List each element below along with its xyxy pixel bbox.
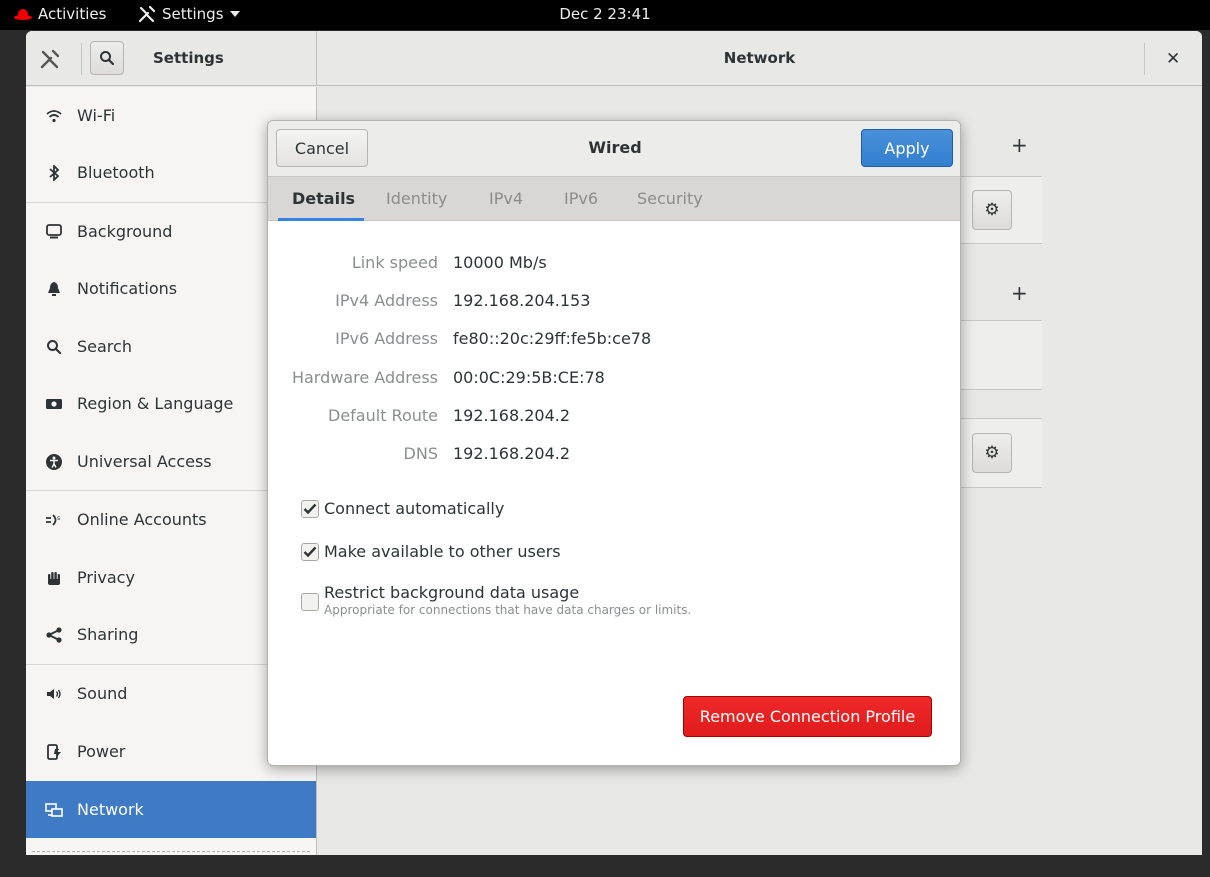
detail-row: IPv6 Address fe80::20c:29ff:fe5b:ce78: [268, 329, 960, 353]
detail-value: 192.168.204.2: [453, 444, 571, 463]
sidebar-item-label: Background: [77, 222, 173, 241]
dialog-header: Cancel Wired Apply: [268, 121, 960, 177]
close-icon[interactable]: ✕: [1166, 49, 1180, 69]
connect-automatically-checkbox[interactable]: Connect automatically: [301, 499, 504, 519]
dialog-title: Wired: [588, 138, 642, 157]
share-icon: [44, 625, 64, 645]
restrict-background-checkbox[interactable]: Restrict background data usage Appropria…: [301, 583, 691, 617]
wifi-icon: [44, 106, 64, 126]
detail-label: Default Route: [328, 406, 438, 425]
wired-settings-button[interactable]: ⚙: [972, 190, 1012, 230]
dialog-tabs: Details Identity IPv4 IPv6 Security: [268, 177, 960, 221]
detail-value: fe80::20c:29ff:fe5b:ce78: [453, 329, 652, 348]
checkbox-sublabel: Appropriate for connections that have da…: [324, 603, 692, 617]
add-vpn-plus-icon[interactable]: +: [1011, 281, 1028, 305]
wired-dialog: Cancel Wired Apply Details Identity IPv4…: [267, 120, 961, 766]
sidebar-item-label: Power: [77, 742, 126, 761]
sidebar-item-label: Online Accounts: [77, 510, 207, 529]
settings-tools-icon: [40, 49, 60, 69]
tab-ipv4[interactable]: IPv4: [489, 189, 523, 208]
search-button[interactable]: [90, 41, 124, 75]
header-separator: [1144, 43, 1145, 75]
sidebar-drop-indicator: [32, 851, 310, 852]
remove-connection-profile-button[interactable]: Remove Connection Profile: [683, 696, 932, 737]
svg-text:s: s: [57, 515, 60, 522]
detail-row: IPv4 Address 192.168.204.153: [268, 291, 960, 315]
sidebar-item-label: Network: [77, 800, 144, 819]
tab-security[interactable]: Security: [637, 189, 703, 208]
accessibility-icon: [44, 452, 64, 472]
detail-row: Hardware Address 00:0C:29:5B:CE:78: [268, 368, 960, 392]
make-available-checkbox[interactable]: Make available to other users: [301, 542, 561, 562]
sidebar-item-label: Sharing: [77, 625, 139, 644]
tab-details[interactable]: Details: [292, 189, 355, 208]
detail-value: 192.168.204.2: [453, 406, 571, 425]
power-icon: [44, 742, 64, 762]
detail-label: DNS: [403, 444, 438, 463]
sidebar-item-label: Notifications: [77, 279, 178, 298]
detail-label: Link speed: [351, 253, 438, 272]
detail-value: 00:0C:29:5B:CE:78: [453, 368, 605, 387]
checkbox-unchecked-icon: [301, 593, 319, 611]
gear-icon: ⚙: [984, 443, 1000, 463]
region-icon: [44, 394, 64, 414]
settings-title: Settings: [153, 49, 224, 67]
checkbox-label: Restrict background data usage: [324, 583, 580, 602]
page-title: Network: [723, 49, 796, 67]
detail-label: Hardware Address: [291, 368, 438, 387]
checkbox-label: Make available to other users: [324, 542, 561, 561]
detail-row: Link speed 10000 Mb/s: [268, 253, 960, 277]
checkbox-text-group: Restrict background data usage Appropria…: [324, 583, 691, 617]
gear-icon: ⚙: [984, 200, 1000, 220]
proxy-settings-button[interactable]: ⚙: [972, 433, 1012, 473]
sidebar-item-label: Privacy: [77, 568, 135, 587]
online-accounts-icon: s: [44, 510, 64, 530]
vpn-panel: [960, 320, 1042, 390]
sidebar-item-label: Sound: [77, 684, 128, 703]
sidebar-item-label: Region & Language: [77, 394, 234, 413]
search-icon: [44, 337, 64, 357]
search-icon: [100, 51, 115, 66]
checkbox-checked-icon: [301, 543, 319, 561]
sidebar-item-label: Bluetooth: [77, 163, 155, 182]
sidebar-item-label: Universal Access: [77, 452, 212, 471]
detail-row: DNS 192.168.204.2: [268, 444, 960, 468]
sidebar-item-label: Wi-Fi: [77, 106, 116, 125]
add-connection-plus-icon[interactable]: +: [1011, 133, 1028, 157]
top-bar: Activities Settings Dec 2 23:41: [0, 0, 1210, 30]
detail-value: 192.168.204.153: [453, 291, 591, 310]
header-bar: Settings Network ✕: [26, 31, 1202, 86]
bell-icon: [44, 279, 64, 299]
checkbox-label: Connect automatically: [324, 499, 505, 518]
speaker-icon: [44, 684, 64, 704]
active-tab-indicator: [278, 218, 364, 221]
network-icon: [44, 800, 64, 820]
apply-button[interactable]: Apply: [861, 129, 953, 167]
header-separator: [81, 43, 82, 75]
detail-label: IPv4 Address: [335, 291, 438, 310]
detail-row: Default Route 192.168.204.2: [268, 406, 960, 430]
bluetooth-icon: [44, 163, 64, 183]
sidebar-item-label: Search: [77, 337, 132, 356]
sidebar-item-network[interactable]: Network: [26, 781, 316, 838]
tab-identity[interactable]: Identity: [386, 189, 447, 208]
hand-icon: [44, 568, 64, 588]
detail-label: IPv6 Address: [335, 329, 438, 348]
header-left: Settings: [26, 31, 317, 86]
checkbox-checked-icon: [301, 500, 319, 518]
clock[interactable]: Dec 2 23:41: [0, 5, 1210, 23]
tab-ipv6[interactable]: IPv6: [564, 189, 598, 208]
background-icon: [44, 222, 64, 242]
detail-value: 10000 Mb/s: [453, 253, 547, 272]
